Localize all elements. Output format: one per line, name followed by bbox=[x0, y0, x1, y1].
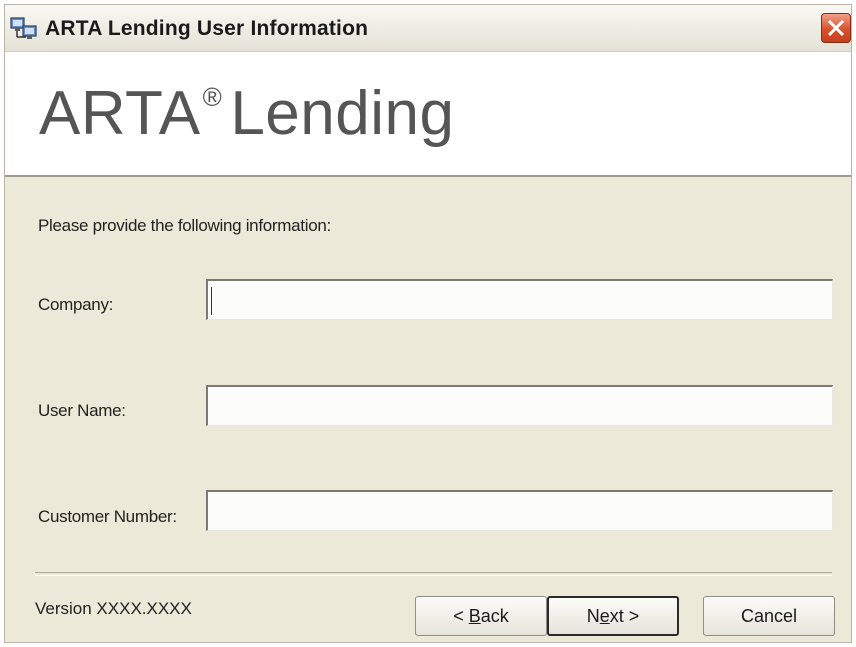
back-button-label: < Back bbox=[453, 606, 509, 627]
title-bar[interactable]: ARTA Lending User Information bbox=[5, 5, 851, 52]
footer-separator bbox=[35, 572, 832, 576]
next-accelerator: e bbox=[599, 605, 610, 626]
product-logo: ARTA® Lending bbox=[39, 78, 454, 149]
next-button-label: Next > bbox=[587, 606, 640, 627]
brand-suffix: Lending bbox=[230, 79, 455, 148]
cancel-button-label: Cancel bbox=[740, 605, 798, 626]
company-label: Company: bbox=[38, 295, 114, 314]
user-name-label: User Name: bbox=[38, 401, 126, 420]
next-button[interactable]: Next > bbox=[547, 596, 679, 636]
back-button[interactable]: < Back bbox=[415, 596, 547, 636]
back-prefix: < bbox=[453, 605, 469, 626]
back-rest: ack bbox=[480, 605, 509, 626]
customer-number-label: Customer Number: bbox=[38, 507, 177, 526]
version-text: Version XXXX.XXXX bbox=[35, 599, 192, 618]
window-title: ARTA Lending User Information bbox=[45, 17, 369, 40]
next-rest: xt > bbox=[609, 605, 640, 626]
computer-network-icon bbox=[9, 15, 39, 41]
registered-mark: ® bbox=[202, 82, 223, 112]
user-name-input[interactable] bbox=[206, 385, 833, 426]
dialog-window: ARTA Lending User Information ARTA® Lendi… bbox=[4, 4, 852, 643]
cancel-button[interactable]: Cancel bbox=[703, 596, 835, 636]
instruction-text: Please provide the following information… bbox=[38, 216, 331, 235]
close-button[interactable] bbox=[821, 13, 851, 43]
next-prefix: N bbox=[586, 605, 600, 626]
text-cursor bbox=[211, 287, 212, 315]
customer-number-input[interactable] bbox=[206, 490, 833, 531]
brand-name: ARTA bbox=[39, 79, 201, 148]
company-input[interactable] bbox=[206, 279, 833, 320]
back-accelerator: B bbox=[468, 605, 481, 626]
header-banner: ARTA® Lending bbox=[5, 52, 851, 177]
